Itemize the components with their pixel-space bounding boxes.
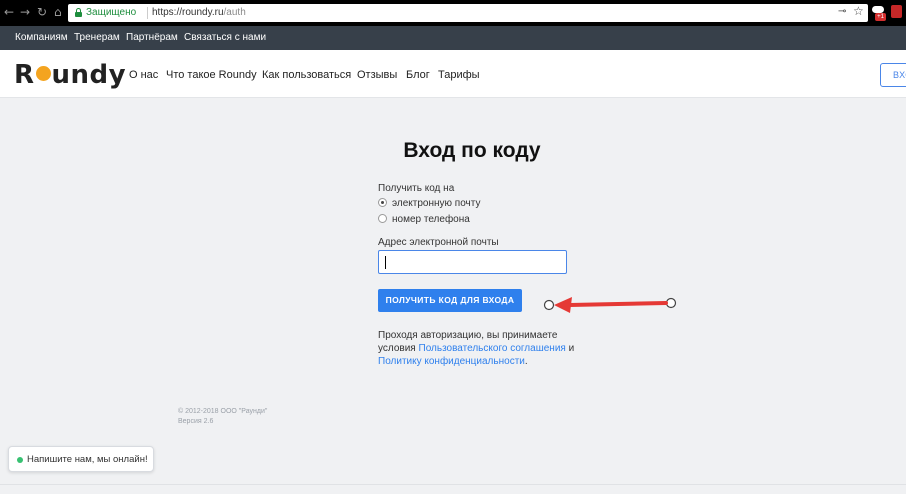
get-code-label: Получить код на — [378, 183, 455, 194]
nav-what-is-roundy[interactable]: Что такое Roundy — [166, 69, 257, 81]
star-icon[interactable]: ☆ — [853, 4, 864, 18]
radio-phone[interactable] — [378, 214, 387, 223]
extension-icon[interactable] — [891, 5, 902, 18]
email-input[interactable] — [378, 250, 567, 274]
address-bar[interactable]: Защищено https://roundy.ru/auth — [68, 4, 868, 22]
forward-icon[interactable]: → — [20, 5, 30, 19]
topnav-partners[interactable]: Партнёрам — [126, 32, 178, 43]
annotation-arrow-icon — [543, 297, 677, 313]
address-separator — [147, 7, 148, 19]
top-navigation: Компаниям Тренерам Партнёрам Связаться с… — [0, 26, 906, 50]
online-status-icon — [17, 457, 23, 463]
logo-dot-icon — [35, 66, 51, 81]
topnav-companies[interactable]: Компаниям — [15, 32, 68, 43]
email-label: Адрес электронной почты — [378, 237, 499, 248]
extension-badge: +1 — [875, 13, 886, 21]
footer-copyright: © 2012-2018 ООО "Раунди" Версия 2.6 — [178, 408, 268, 425]
get-code-button[interactable]: ПОЛУЧИТЬ КОД ДЛЯ ВХОДА — [378, 289, 522, 312]
footer-version: Версия 2.6 — [178, 418, 214, 425]
radio-phone-label[interactable]: номер телефона — [392, 214, 470, 225]
secure-label: Защищено — [86, 7, 137, 18]
topnav-contact[interactable]: Связаться с нами — [184, 32, 266, 43]
chat-widget-text: Напишите нам, мы онлайн! — [27, 454, 148, 465]
terms-text: Проходя авторизацию, вы принимаете услов… — [378, 330, 575, 367]
page-bottom — [0, 484, 906, 494]
reload-icon[interactable]: ↻ — [37, 5, 47, 19]
browser-toolbar: ← → ↻ ⌂ Защищено https://roundy.ru/auth … — [0, 0, 906, 26]
key-icon[interactable]: ⊸ — [838, 6, 846, 17]
back-icon[interactable]: ← — [4, 5, 14, 19]
page-title: Вход по коду — [403, 139, 541, 162]
chat-widget[interactable]: Напишите нам, мы онлайн! — [8, 446, 154, 472]
roundy-logo[interactable]: Rundy — [14, 60, 126, 90]
lock-icon — [75, 8, 82, 17]
auth-page: Вход по коду Получить код на электронную… — [0, 98, 906, 484]
nav-about[interactable]: О нас — [129, 69, 158, 81]
extension-weather-icon[interactable]: +1 — [872, 4, 886, 21]
url-text[interactable]: https://roundy.ru/auth — [152, 7, 246, 18]
radio-email[interactable] — [378, 198, 387, 207]
nav-reviews[interactable]: Отзывы — [357, 69, 397, 81]
home-icon[interactable]: ⌂ — [54, 5, 62, 19]
user-agreement-link[interactable]: Пользовательского соглашения — [419, 343, 566, 354]
site-header: Rundy О нас Что такое Roundy Как пользов… — [0, 50, 906, 98]
radio-email-label[interactable]: электронную почту — [392, 198, 480, 209]
nav-pricing[interactable]: Тарифы — [438, 69, 480, 81]
text-caret — [385, 256, 386, 269]
login-button[interactable]: вход — [880, 63, 906, 87]
privacy-policy-link[interactable]: Политику конфиденциальности — [378, 356, 525, 367]
topnav-trainers[interactable]: Тренерам — [74, 32, 120, 43]
nav-how-to-use[interactable]: Как пользоваться — [262, 69, 351, 81]
nav-blog[interactable]: Блог — [406, 69, 430, 81]
